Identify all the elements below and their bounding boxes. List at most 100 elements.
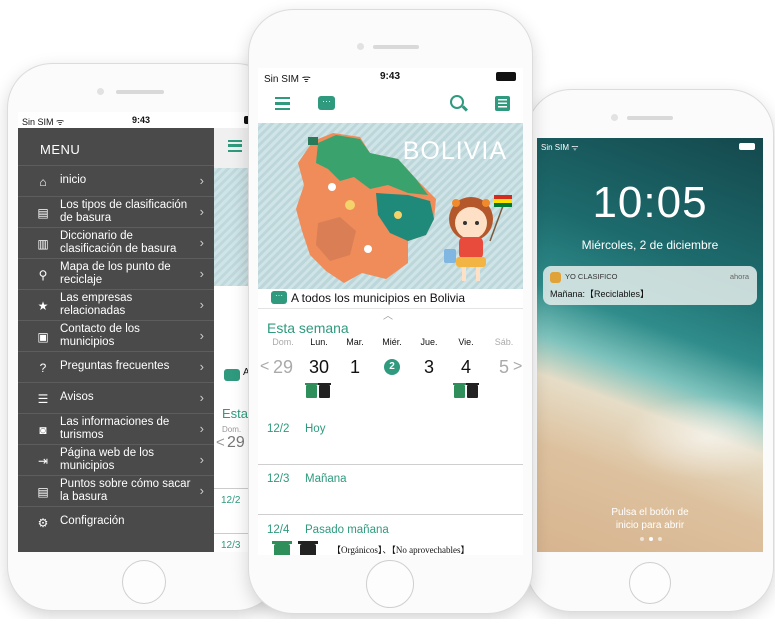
help-icon: ? — [39, 361, 47, 375]
day-name: Miér. — [382, 337, 402, 347]
menu-item[interactable]: ◙ Las informaciones de turismos › — [18, 413, 214, 444]
speaker-grille — [373, 45, 419, 49]
lock-date: Miércoles, 2 de diciembre — [581, 238, 719, 252]
day-name: Vie. — [458, 337, 474, 347]
push-notification[interactable]: YO CLASIFICO ahora Mañana:【Reciclables】 — [543, 266, 757, 305]
day-name: Dom. — [272, 337, 294, 347]
collapse-chevron-icon[interactable]: ︿ — [383, 307, 393, 322]
carrier-label: Sin SIM ᯤ — [22, 117, 65, 127]
prev-week-arrow[interactable]: < — [216, 434, 225, 451]
chevron-right-icon: › — [199, 204, 204, 219]
schedule-row[interactable]: 12/4 Pasado mañana 【Orgánicos】、【No aprov… — [258, 518, 523, 555]
schedule-row[interactable]: 12/3 Mañana — [258, 467, 523, 515]
trash-bin-icon — [298, 541, 318, 555]
date-fragment: 12/3 — [221, 540, 241, 551]
menu-item[interactable]: ▤ Los tipos de clasificación de basura › — [18, 196, 214, 227]
front-camera — [357, 43, 364, 50]
schedule-row[interactable]: 12/2 Hoy — [258, 417, 523, 465]
trash-bin-icon — [466, 383, 479, 398]
notice-icon: ☰ — [37, 392, 49, 406]
lock-clock: 10:05 — [592, 178, 708, 227]
menu-item[interactable]: ⇥ Página web de los municipios › — [18, 444, 214, 475]
chevron-right-icon: › — [199, 173, 204, 188]
menu-item[interactable]: ▤ Puntos sobre cómo sacar la basura › — [18, 475, 214, 506]
chat-bubble-icon: ··· — [271, 291, 287, 304]
menu-item[interactable]: ▥ Diccionario de clasificación de basura › — [18, 227, 214, 258]
chevron-right-icon: › — [199, 266, 204, 281]
week-title: Esta semana — [267, 320, 349, 336]
menu-item-label: Mapa de los punto de reciclaje — [60, 261, 171, 286]
day-number-today[interactable]: 2 — [384, 359, 400, 375]
schedule-date: 12/3 — [267, 473, 290, 485]
schedule-note: 【Orgánicos】、【No aprovechables】 — [332, 545, 470, 555]
page-dots — [640, 537, 662, 542]
side-menu: MENU ⌂ inicio › ▤ Los tipos de clasificación… — [18, 128, 214, 552]
day-number[interactable]: 3 — [412, 357, 446, 378]
hamburger-menu-icon[interactable] — [275, 97, 290, 110]
map-landmark — [364, 245, 372, 253]
home-button[interactable] — [122, 560, 166, 604]
right-phone: Sin SIM ᯤ 10:05 Miércoles, 2 de diciembr… — [527, 90, 773, 611]
clock: 9:43 — [380, 71, 401, 82]
organic-bin-icon — [272, 541, 292, 555]
notice-text: A todos los municipios en Bolivia — [291, 291, 466, 305]
status-bar: Sin SIM ᯤ — [537, 138, 763, 154]
menu-item[interactable]: ⚙ Configración — [18, 506, 214, 537]
map-landmark — [308, 137, 318, 145]
notification-body: Mañana:【Reciclables】 — [550, 289, 650, 299]
menu-item[interactable]: ⌂ inicio › — [18, 165, 214, 196]
front-camera — [611, 114, 618, 121]
chevron-right-icon: › — [199, 359, 204, 374]
day-name: Sáb. — [494, 337, 514, 347]
day-name: Mar. — [346, 337, 364, 347]
menu-item[interactable]: ★ Las empresas relacionadas › — [18, 289, 214, 320]
menu-item[interactable]: ? Preguntas frecuentes › — [18, 351, 214, 382]
home-button[interactable] — [366, 560, 414, 608]
notification-app-name: YO CLASIFICO — [565, 272, 618, 281]
menu-item-label: Las informaciones de turismos — [60, 416, 170, 441]
menu-title: MENU — [40, 142, 81, 157]
menu-item-label: Los tipos de clasificación de basura — [60, 199, 188, 224]
day-number[interactable]: 4 — [449, 357, 483, 378]
map-pin-icon: ⚲ — [38, 268, 48, 282]
schedule-date: 12/4 — [267, 524, 290, 536]
trash-bin-icon — [318, 383, 331, 398]
menu-item[interactable]: ☰ Avisos › — [18, 382, 214, 413]
camera-dot-icon — [658, 537, 662, 541]
speaker-grille — [116, 90, 164, 94]
week-calendar: < > Dom. Lun. Mar. Miér. Jue. Vie. Sáb. … — [258, 337, 523, 407]
chat-bubble-icon[interactable]: ··· — [318, 96, 335, 110]
search-icon[interactable] — [450, 95, 464, 109]
chevron-right-icon: › — [199, 483, 204, 498]
menu-item[interactable]: ⚲ Mapa de los punto de reciclaje › — [18, 258, 214, 289]
chevron-right-icon: › — [199, 452, 204, 467]
unlock-hint: Pulsa el botón de inicio para abrir — [537, 506, 763, 532]
menu-item-label: Puntos sobre cómo sacar la basura — [60, 478, 191, 503]
day-number[interactable]: 5 — [487, 357, 521, 378]
day-name: Lun. — [310, 337, 328, 347]
list-icon: ▤ — [37, 206, 49, 220]
organic-bin-icon — [453, 383, 466, 398]
camera-icon: ◙ — [39, 423, 47, 437]
day-number[interactable]: 30 — [302, 357, 336, 378]
day-number-fragment: 29 — [227, 434, 245, 451]
center-screen: Sin SIM ᯤ 9:43 ··· BOLIVIA ··· A todos l… — [258, 68, 523, 555]
day-number[interactable]: 29 — [266, 357, 300, 378]
clock: 9:43 — [132, 115, 151, 125]
bolivia-banner: BOLIVIA — [258, 123, 523, 289]
app-icon — [550, 272, 561, 283]
home-button[interactable] — [629, 562, 671, 604]
speaker-grille — [627, 116, 673, 120]
menu-item[interactable]: ▣ Contacto de los municipios › — [18, 320, 214, 351]
status-bar: Sin SIM ᯤ 9:43 — [18, 112, 270, 128]
calendar-list-icon[interactable] — [495, 96, 510, 111]
day-number[interactable]: 1 — [338, 357, 372, 378]
page-dot-active — [649, 537, 653, 541]
day-name: Jue. — [420, 337, 438, 347]
banner-title: BOLIVIA — [402, 137, 507, 165]
notification-time: ahora — [729, 272, 749, 281]
hamburger-icon[interactable] — [228, 140, 242, 152]
notice-bar[interactable]: ··· A todos los municipios en Bolivia — [258, 289, 523, 309]
document-icon: ▤ — [37, 485, 49, 499]
schedule-label: Mañana — [305, 473, 347, 485]
